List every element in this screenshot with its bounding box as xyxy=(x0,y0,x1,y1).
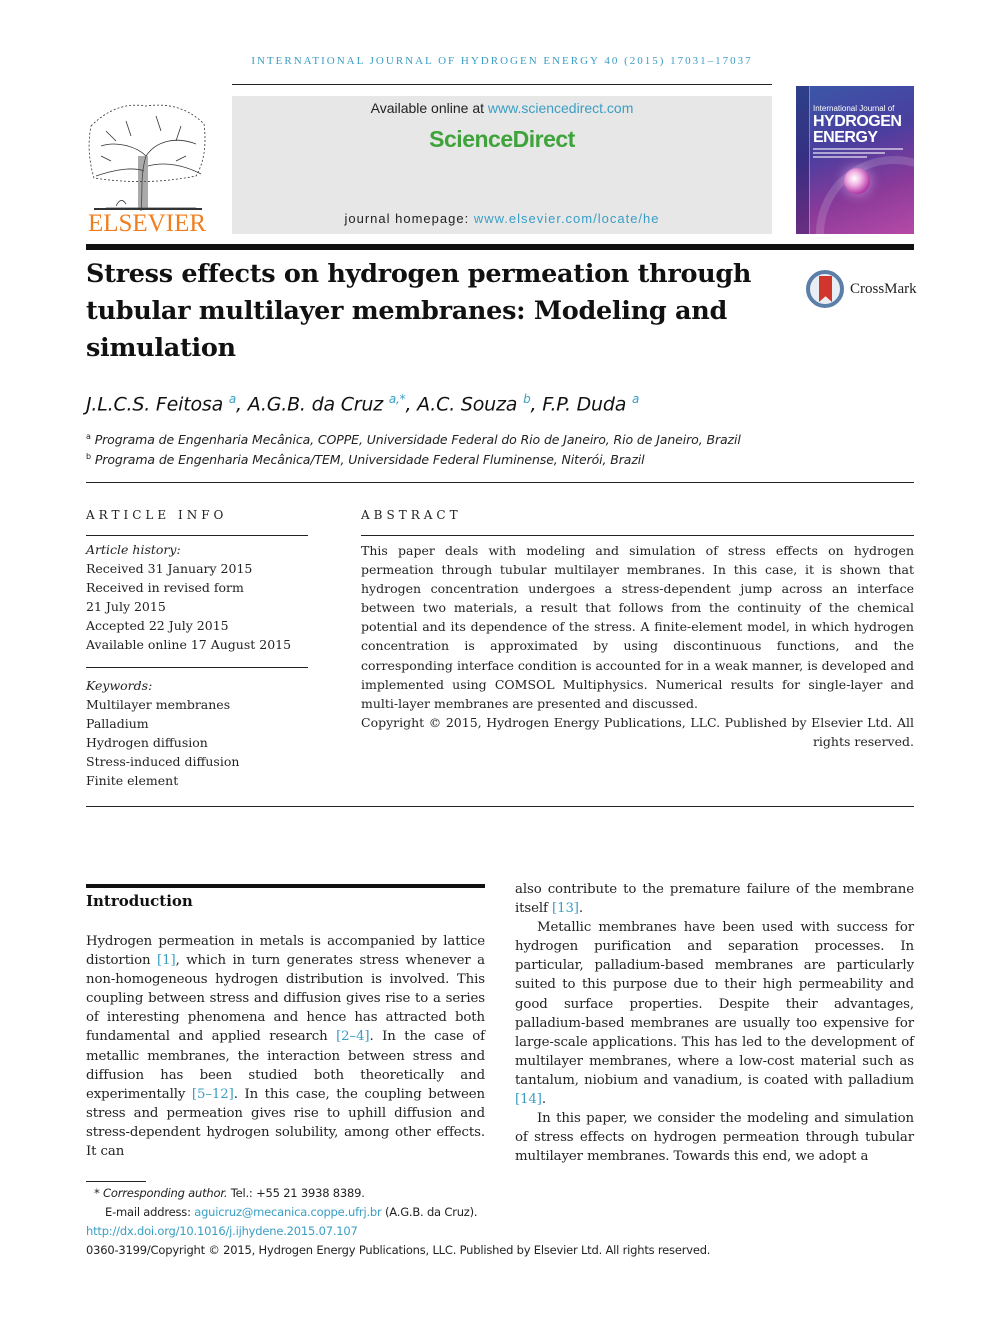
citation-link[interactable]: [2–4] xyxy=(336,1029,370,1044)
citation-link[interactable]: [1] xyxy=(157,953,176,968)
citation-link[interactable]: [14] xyxy=(515,1092,542,1107)
history-item: Available online 17 August 2015 xyxy=(86,637,292,652)
keyword-item: Palladium xyxy=(86,716,149,731)
history-item: Received 31 January 2015 xyxy=(86,561,253,576)
cover-editor-lines xyxy=(813,148,903,160)
article-title: Stress effects on hydrogen permeation th… xyxy=(86,259,752,363)
divider xyxy=(361,535,914,536)
affiliation-mark: a xyxy=(86,432,91,441)
article-history: Article history: Received 31 January 201… xyxy=(86,540,308,654)
crossmark-icon xyxy=(806,270,844,308)
divider xyxy=(86,667,308,668)
cover-subtitle: International Journal of xyxy=(813,104,895,113)
keyword-item: Stress-induced diffusion xyxy=(86,754,240,769)
running-head: INTERNATIONAL JOURNAL OF HYDROGEN ENERGY… xyxy=(251,55,753,67)
history-item: Accepted 22 July 2015 xyxy=(86,618,229,633)
intro-right-column: also contribute to the premature failure… xyxy=(515,880,914,1166)
intro-paragraph: Metallic membranes have been used with s… xyxy=(515,918,914,1109)
footnotes: * Corresponding author. Tel.: +55 21 393… xyxy=(86,1184,710,1260)
email-link[interactable]: aguicruz@mecanica.coppe.ufrj.br xyxy=(194,1205,381,1219)
journal-homepage-link[interactable]: www.elsevier.com/locate/he xyxy=(474,211,660,226)
author-name[interactable]: A.G.B. da Cruz xyxy=(248,393,384,415)
elsevier-wordmark: ELSEVIER xyxy=(87,210,207,237)
author-affiliation-mark[interactable]: a xyxy=(632,392,639,406)
intro-paragraph: In this paper, we consider the modeling … xyxy=(515,1109,914,1166)
author-list: J.L.C.S. Feitosa a, A.G.B. da Cruz a,*, … xyxy=(86,392,640,416)
available-online: Available online at www.sciencedirect.co… xyxy=(232,100,772,116)
sciencedirect-link[interactable]: www.sciencedirect.com xyxy=(488,100,634,116)
article-info-heading: ARTICLE INFO xyxy=(86,508,228,522)
divider xyxy=(86,535,308,536)
text-run: . xyxy=(578,901,584,917)
text-run: Metallic membranes have been used with s… xyxy=(515,920,914,1088)
intro-paragraph: Hydrogen permeation in metals is accompa… xyxy=(86,932,485,1161)
author-name[interactable]: A.C. Souza xyxy=(417,393,517,415)
email-owner: (A.G.B. da Cruz). xyxy=(381,1205,478,1219)
cover-title-line2: ENERGY xyxy=(813,129,878,146)
keyword-item: Multilayer membranes xyxy=(86,697,231,712)
history-item: 21 July 2015 xyxy=(86,599,166,614)
issn-copyright: 0360-3199/Copyright © 2015, Hydrogen Ene… xyxy=(86,1243,711,1257)
article-history-label: Article history: xyxy=(86,542,181,557)
citation-link[interactable]: [13] xyxy=(552,901,579,916)
keywords-label: Keywords: xyxy=(86,678,153,693)
history-item: Received in revised form xyxy=(86,580,244,595)
abstract-copyright: Copyright © 2015, Hydrogen Energy Public… xyxy=(361,714,914,749)
citation-link[interactable]: [5–12] xyxy=(192,1087,234,1102)
author-affiliation-mark[interactable]: a xyxy=(229,392,236,406)
cover-orb-graphic xyxy=(844,168,870,194)
section-rule xyxy=(86,884,485,888)
author-affiliation-mark[interactable]: b xyxy=(523,392,531,406)
abstract-text: This paper deals with modeling and simul… xyxy=(361,543,914,711)
introduction-heading: Introduction xyxy=(86,892,193,910)
affiliation-mark: b xyxy=(86,452,91,461)
affiliation-text: Programa de Engenharia Mecânica/TEM, Uni… xyxy=(94,452,645,468)
footnote-rule xyxy=(86,1181,146,1182)
email-note: E-mail address: aguicruz@mecanica.coppe.… xyxy=(86,1203,710,1222)
crossmark-label: CrossMark xyxy=(850,280,917,297)
text-run: In this paper, we consider the modeling … xyxy=(515,1111,914,1165)
divider xyxy=(86,482,914,483)
header-thick-rule xyxy=(86,244,914,250)
author-name[interactable]: F.P. Duda xyxy=(542,393,626,415)
email-label: E-mail address: xyxy=(105,1205,195,1219)
sciencedirect-logo: ScienceDirect xyxy=(429,126,575,152)
affiliation-a: a Programa de Engenharia Mecânica, COPPE… xyxy=(86,432,741,447)
text-run: . xyxy=(541,1092,547,1108)
keywords: Keywords: Multilayer membranes Palladium… xyxy=(86,676,308,790)
intro-paragraph: also contribute to the premature failure… xyxy=(515,880,914,918)
cover-title: HYDROGEN ENERGY xyxy=(813,113,902,146)
abstract: This paper deals with modeling and simul… xyxy=(361,541,914,751)
corresponding-author-note: * Corresponding author. Tel.: +55 21 393… xyxy=(86,1184,710,1203)
keyword-item: Hydrogen diffusion xyxy=(86,735,208,750)
abstract-heading: ABSTRACT xyxy=(361,508,462,522)
intro-left-column: Hydrogen permeation in metals is accompa… xyxy=(86,932,485,1161)
cover-arc-decoration xyxy=(816,156,914,234)
author-name[interactable]: J.L.C.S. Feitosa xyxy=(86,393,223,415)
keyword-item: Finite element xyxy=(86,773,179,788)
cover-spine xyxy=(796,86,810,234)
cover-title-line1: HYDROGEN xyxy=(813,113,902,130)
journal-homepage-label: journal homepage: xyxy=(344,211,474,226)
journal-homepage: journal homepage: www.elsevier.com/locat… xyxy=(232,211,772,226)
corresponding-author-label: Corresponding author. xyxy=(103,1186,228,1200)
header-rule xyxy=(232,84,772,85)
phone-number: Tel.: +55 21 3938 8389. xyxy=(227,1186,365,1200)
affiliation-text: Programa de Engenharia Mecânica, COPPE, … xyxy=(94,432,741,448)
available-online-label: Available online at xyxy=(370,100,488,116)
footnote-star: * xyxy=(94,1186,100,1200)
author-affiliation-mark[interactable]: a,* xyxy=(389,392,406,406)
affiliation-b: b Programa de Engenharia Mecânica/TEM, U… xyxy=(86,452,645,467)
divider xyxy=(86,806,914,807)
journal-cover-image: International Journal of HYDROGEN ENERGY xyxy=(796,86,914,234)
crossmark-button[interactable]: CrossMark xyxy=(806,268,926,310)
doi-link[interactable]: http://dx.doi.org/10.1016/j.ijhydene.201… xyxy=(86,1224,358,1238)
